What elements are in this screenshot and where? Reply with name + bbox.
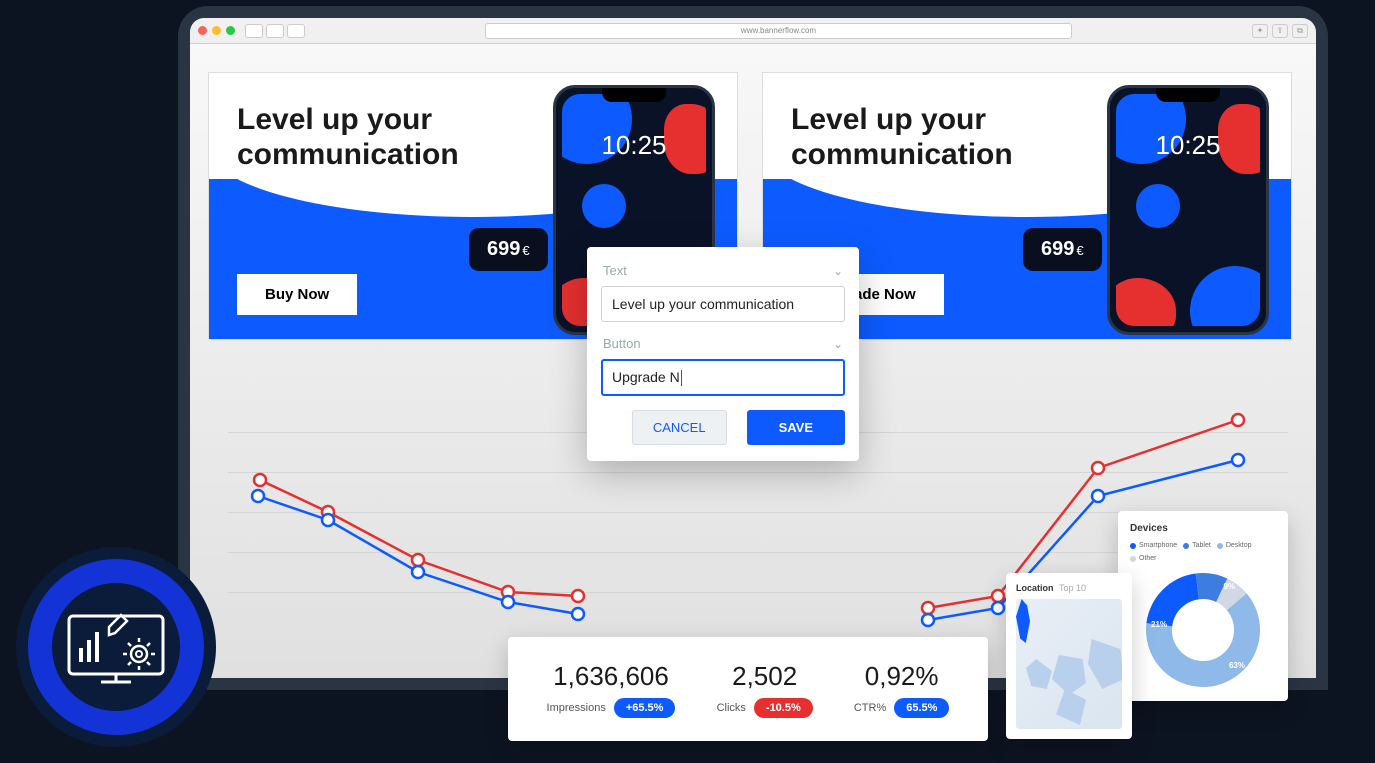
minimize-icon[interactable] [212,26,221,35]
banner-headline: Level up your communication [791,103,1013,172]
analytics-badge-icon [16,547,216,747]
devices-donut-chart: 9% 21% 63% [1143,570,1263,690]
donut-label-c: 63% [1229,661,1245,670]
text-label: Text [603,263,627,278]
price-value: 699 [487,238,520,260]
address-bar[interactable]: www.bannerflow.com [485,23,1072,39]
toolbar-right: ✦ ⇪ ⧉ [1252,24,1308,38]
save-button[interactable]: SAVE [747,410,845,445]
monitor-icon [61,602,171,692]
stat-clicks: 2,502 Clicks -10.5% [717,661,813,718]
field-label-text[interactable]: Text ⌄ [601,259,845,286]
chevron-down-icon: ⌄ [833,264,843,278]
devices-legend: Smartphone Tablet Desktop Other [1130,542,1276,562]
price-currency: € [1076,243,1083,258]
banner-headline: Level up your communication [237,103,459,172]
price-tag: 699€ [469,228,548,271]
phone-clock: 10:25 [1110,130,1266,161]
forward-button[interactable] [266,24,284,38]
tabs-icon[interactable]: ⧉ [1292,24,1308,38]
stat-ctr: 0,92% CTR% 65.5% [854,661,950,718]
cta-button-a[interactable]: Buy Now [237,274,357,315]
chevron-down-icon: ⌄ [833,337,843,351]
button-input[interactable]: Upgrade N [601,359,845,396]
clicks-label: Clicks [717,702,746,714]
stat-impressions: 1,636,606 Impressions +65.5% [547,661,676,718]
shield-icon[interactable]: ✦ [1252,24,1268,38]
window-controls [198,26,235,35]
stats-card: 1,636,606 Impressions +65.5% 2,502 Click… [508,637,988,741]
devices-card: Devices Smartphone Tablet Desktop Other … [1118,511,1288,701]
location-title: Location [1016,583,1054,593]
text-input[interactable] [601,286,845,322]
back-button[interactable] [245,24,263,38]
ctr-delta: 65.5% [894,698,949,718]
cancel-button[interactable]: CANCEL [632,410,727,445]
price-currency: € [522,243,529,258]
nav-buttons [245,24,305,38]
edit-dialog: Text ⌄ Button ⌄ Upgrade N CANCEL SAVE [587,247,859,461]
devices-title: Devices [1130,523,1276,534]
clicks-delta: -10.5% [754,698,813,718]
phone-wallpaper [1116,94,1260,326]
phone-notch [602,88,666,102]
europe-map [1016,599,1122,729]
button-label: Button [603,336,641,351]
close-icon[interactable] [198,26,207,35]
location-subtitle: Top 10 [1059,583,1086,593]
price-value: 699 [1041,238,1074,260]
impressions-label: Impressions [547,702,606,714]
location-card: Location Top 10 [1006,573,1132,739]
field-label-button[interactable]: Button ⌄ [601,332,845,359]
browser-chrome: www.bannerflow.com ✦ ⇪ ⧉ [190,18,1316,44]
phone-notch [1156,88,1220,102]
ctr-value: 0,92% [854,661,950,692]
clicks-value: 2,502 [717,661,813,692]
maximize-icon[interactable] [226,26,235,35]
sidebar-button[interactable] [287,24,305,38]
price-tag: 699€ [1023,228,1102,271]
phone-mock: 10:25 [1107,85,1269,335]
impressions-value: 1,636,606 [547,661,676,692]
highlighted-country [1016,599,1030,643]
phone-clock: 10:25 [556,130,712,161]
impressions-delta: +65.5% [614,698,676,718]
share-icon[interactable]: ⇪ [1272,24,1288,38]
ctr-label: CTR% [854,702,886,714]
donut-label-a: 9% [1223,582,1235,591]
donut-label-b: 21% [1151,620,1167,629]
